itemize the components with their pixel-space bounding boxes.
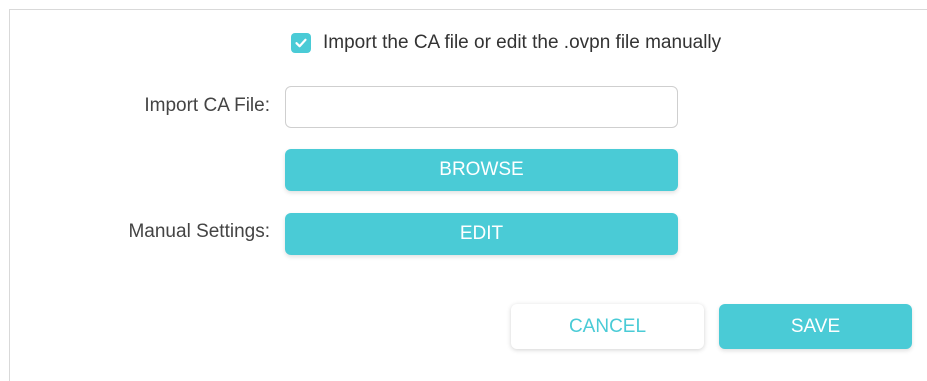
manual-import-checkbox-row[interactable]: Import the CA file or edit the .ovpn fil… (291, 30, 721, 56)
browse-button[interactable]: BROWSE (285, 149, 678, 191)
import-ca-file-label: Import CA File: (144, 95, 270, 116)
edit-button[interactable]: EDIT (285, 213, 678, 255)
import-ca-file-input[interactable] (285, 86, 678, 128)
manual-import-checkbox-label: Import the CA file or edit the .ovpn fil… (323, 32, 722, 53)
manual-import-checkbox[interactable] (291, 33, 311, 53)
cancel-button[interactable]: CANCEL (511, 304, 704, 349)
save-button[interactable]: SAVE (719, 304, 912, 349)
manual-settings-label: Manual Settings: (128, 221, 270, 242)
check-icon (295, 38, 307, 48)
